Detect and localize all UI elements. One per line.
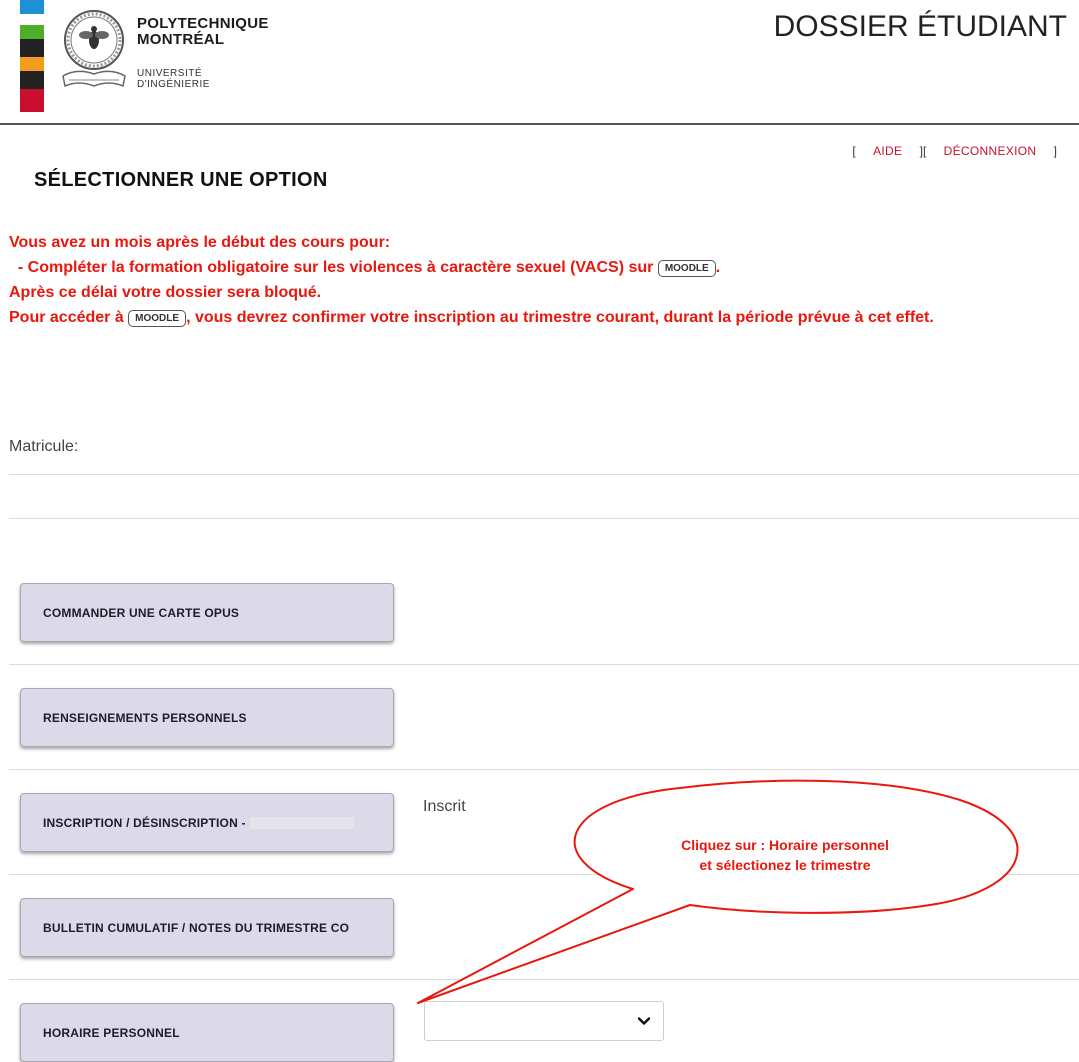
notice-line-2-text: - Compléter la formation obligatoire sur… xyxy=(13,259,658,276)
vacs-notice: Vous avez un mois après le début des cou… xyxy=(9,230,1069,330)
page-title: SÉLECTIONNER UNE OPTION xyxy=(34,169,328,191)
color-strip-green xyxy=(20,25,44,39)
divider xyxy=(9,518,1079,519)
divider xyxy=(9,979,1079,980)
header-divider xyxy=(0,123,1079,125)
moodle-button-2[interactable]: MOODLE xyxy=(128,310,187,327)
color-strip-black-2 xyxy=(20,71,44,89)
notice-line-4-text: Pour accéder à xyxy=(9,309,129,326)
color-strip-orange xyxy=(20,57,44,71)
registration-button-label: INSCRIPTION / DÉSINSCRIPTION - xyxy=(43,815,246,830)
callout-line-2: et sélectionez le trimestre xyxy=(699,857,871,873)
chevron-down-icon xyxy=(637,1017,651,1025)
registration-button[interactable]: INSCRIPTION / DÉSINSCRIPTION - xyxy=(20,793,394,852)
callout-text: Cliquez sur : Horaire personnel et sélec… xyxy=(610,835,960,875)
personal-schedule-button[interactable]: HORAIRE PERSONNEL xyxy=(20,1003,394,1062)
brand-wordmark: POLYTECHNIQUE MONTRÉAL UNIVERSITÉ D'INGÉ… xyxy=(137,15,269,91)
brand-name-line2: MONTRÉAL xyxy=(137,31,225,48)
brand-name-line1: POLYTECHNIQUE xyxy=(137,15,269,32)
redacted-term xyxy=(249,817,354,830)
divider xyxy=(9,769,1079,770)
personal-info-button[interactable]: RENSEIGNEMENTS PERSONNELS xyxy=(20,688,394,747)
polytechnique-seal-icon xyxy=(62,10,126,88)
bracket-separator: ][ xyxy=(919,144,927,158)
callout-bubble-shape xyxy=(417,779,1019,1004)
color-strip-black xyxy=(20,39,44,57)
notice-line-4-end: , vous devrez confirmer votre inscriptio… xyxy=(186,309,934,326)
callout-line-1: Cliquez sur : Horaire personnel xyxy=(681,837,889,853)
header-title: DOSSIER ÉTUDIANT xyxy=(773,10,1067,43)
color-strip-white xyxy=(20,14,44,25)
brand-sub-line2: D'INGÉNIERIE xyxy=(137,79,210,90)
notice-line-1: Vous avez un mois après le début des cou… xyxy=(9,234,391,251)
color-strip-red xyxy=(20,89,44,112)
bracket-open: [ xyxy=(852,144,856,158)
color-strip-blue xyxy=(20,0,44,14)
logout-link[interactable]: DÉCONNEXION xyxy=(944,144,1037,158)
bracket-close: ] xyxy=(1053,144,1057,158)
notice-line-2-end: . xyxy=(715,259,721,276)
order-opus-card-button[interactable]: COMMANDER UNE CARTE OPUS xyxy=(20,583,394,642)
divider xyxy=(9,664,1079,665)
top-links: [ AIDE ][ DÉCONNEXION ] xyxy=(850,144,1059,158)
registration-status: Inscrit xyxy=(423,798,466,815)
brand-color-strip xyxy=(20,0,44,112)
divider xyxy=(9,474,1079,475)
help-link[interactable]: AIDE xyxy=(873,144,902,158)
matricule-label: Matricule: xyxy=(9,438,79,455)
brand-sub-line1: UNIVERSITÉ xyxy=(137,68,203,79)
notice-line-3: Après ce délai votre dossier sera bloqué… xyxy=(9,284,322,301)
moodle-button[interactable]: MOODLE xyxy=(657,260,716,277)
notice-line-4: Pour accéder à MOODLE, vous devrez confi… xyxy=(9,305,1069,330)
transcript-button[interactable]: BULLETIN CUMULATIF / NOTES DU TRIMESTRE … xyxy=(20,898,394,957)
term-select[interactable] xyxy=(424,1001,664,1041)
notice-line-2: - Compléter la formation obligatoire sur… xyxy=(9,255,1069,280)
